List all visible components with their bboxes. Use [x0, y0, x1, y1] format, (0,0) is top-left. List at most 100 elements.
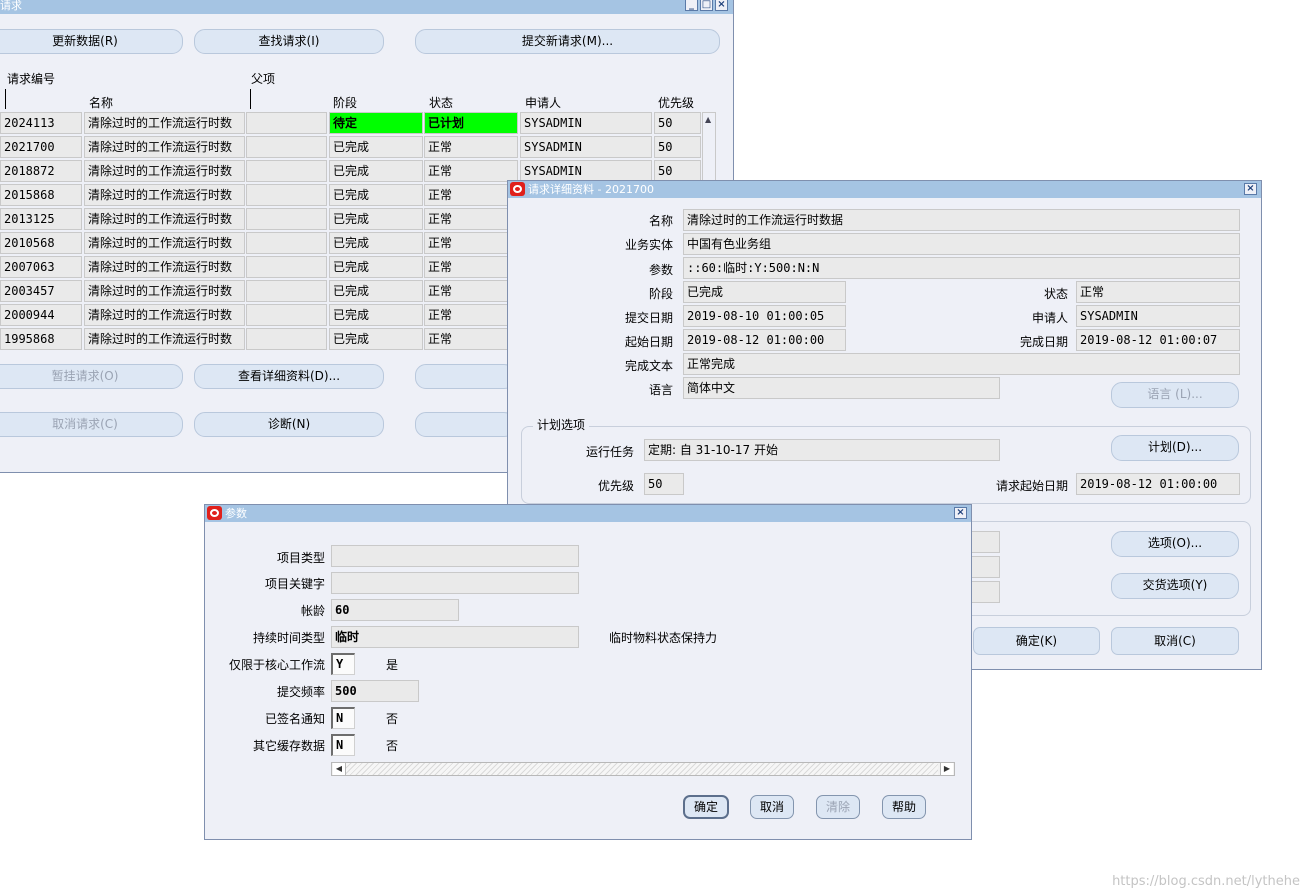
cell-name[interactable]: 清除过时的工作流运行时数 — [84, 232, 245, 254]
cell-name[interactable]: 清除过时的工作流运行时数 — [84, 208, 245, 230]
cell-name[interactable]: 清除过时的工作流运行时数 — [84, 256, 245, 278]
param-commit-frequency-field[interactable]: 500 — [331, 680, 419, 702]
cell-parent[interactable] — [246, 184, 327, 206]
cell-status[interactable]: 已计划 — [424, 112, 518, 134]
params-help-button[interactable]: 帮助 — [882, 795, 926, 819]
submit-new-request-button[interactable]: 提交新请求(M)... — [415, 29, 720, 54]
cell-name[interactable]: 清除过时的工作流运行时数 — [84, 328, 245, 350]
cell-requestor[interactable]: SYSADMIN — [520, 136, 652, 158]
cell-status[interactable]: 正常 — [424, 304, 518, 326]
cell-request-id[interactable]: 2021700 — [0, 136, 82, 158]
cell-phase[interactable]: 已完成 — [329, 280, 423, 302]
phase-field[interactable]: 已完成 — [683, 281, 846, 303]
cell-phase[interactable]: 已完成 — [329, 160, 423, 182]
params-clear-button[interactable]: 清除 — [816, 795, 860, 819]
start-date-field[interactable]: 2019-08-12 01:00:00 — [683, 329, 846, 351]
cell-phase[interactable]: 待定 — [329, 112, 423, 134]
hold-request-button[interactable]: 暂挂请求(O) — [0, 364, 183, 389]
params-field[interactable]: ::60:临时:Y:500:N:N — [683, 257, 1240, 279]
cell-request-id[interactable]: 2000944 — [0, 304, 82, 326]
horizontal-scrollbar[interactable]: ◀ ▶ — [331, 762, 955, 776]
cell-requestor[interactable]: SYSADMIN — [520, 112, 652, 134]
cell-parent[interactable] — [246, 304, 327, 326]
ok-button[interactable]: 确定(K) — [973, 627, 1100, 655]
cell-request-id[interactable]: 2024113 — [0, 112, 82, 134]
cell-status[interactable]: 正常 — [424, 208, 518, 230]
cell-name[interactable]: 清除过时的工作流运行时数 — [84, 160, 245, 182]
cell-request-id[interactable]: 2015868 — [0, 184, 82, 206]
name-field[interactable]: 清除过时的工作流运行时数据 — [683, 209, 1240, 231]
cell-parent[interactable] — [246, 256, 327, 278]
submit-date-field[interactable]: 2019-08-10 01:00:05 — [683, 305, 846, 327]
cell-priority[interactable]: 50 — [654, 112, 701, 134]
cell-name[interactable]: 清除过时的工作流运行时数 — [84, 184, 245, 206]
scroll-up-icon[interactable]: ▲ — [705, 115, 711, 124]
param-signed-notifications-field[interactable]: N — [331, 707, 355, 729]
cell-request-id[interactable]: 1995868 — [0, 328, 82, 350]
cell-parent[interactable] — [246, 136, 327, 158]
maximize-icon[interactable]: □ — [700, 0, 713, 11]
cell-parent[interactable] — [246, 208, 327, 230]
cell-status[interactable]: 正常 — [424, 160, 518, 182]
cell-phase[interactable]: 已完成 — [329, 232, 423, 254]
cell-phase[interactable]: 已完成 — [329, 328, 423, 350]
schedule-button[interactable]: 计划(D)... — [1111, 435, 1239, 461]
cell-status[interactable]: 正常 — [424, 184, 518, 206]
cell-phase[interactable]: 已完成 — [329, 136, 423, 158]
cell-parent[interactable] — [246, 280, 327, 302]
minimize-icon[interactable]: _ — [685, 0, 698, 11]
scroll-left-icon[interactable]: ◀ — [333, 763, 346, 775]
parameters-window-titlebar[interactable]: 参数 × — [205, 505, 971, 522]
language-button[interactable]: 语言 (L)... — [1111, 382, 1239, 408]
cell-phase[interactable]: 已完成 — [329, 208, 423, 230]
cancel-request-button[interactable]: 取消请求(C) — [0, 412, 183, 437]
cell-status[interactable]: 正常 — [424, 328, 518, 350]
close-icon[interactable]: × — [1244, 183, 1257, 195]
param-item-type-field[interactable] — [331, 545, 579, 567]
cell-priority[interactable]: 50 — [654, 160, 701, 182]
cell-request-id[interactable]: 2010568 — [0, 232, 82, 254]
language-field[interactable]: 简体中文 — [683, 377, 1000, 399]
completion-text-field[interactable]: 正常完成 — [683, 353, 1240, 375]
param-core-workflow-only-field[interactable]: Y — [331, 653, 355, 675]
cancel-button[interactable]: 取消(C) — [1111, 627, 1239, 655]
params-cancel-button[interactable]: 取消 — [750, 795, 794, 819]
org-field[interactable]: 中国有色业务组 — [683, 233, 1240, 255]
cell-name[interactable]: 清除过时的工作流运行时数 — [84, 112, 245, 134]
cell-parent[interactable] — [246, 112, 327, 134]
cell-phase[interactable]: 已完成 — [329, 304, 423, 326]
cell-phase[interactable]: 已完成 — [329, 184, 423, 206]
options-button[interactable]: 选项(O)... — [1111, 531, 1239, 557]
param-persistence-type-field[interactable]: 临时 — [331, 626, 579, 648]
cell-name[interactable]: 清除过时的工作流运行时数 — [84, 136, 245, 158]
cell-parent[interactable] — [246, 232, 327, 254]
output-field[interactable] — [968, 581, 1000, 603]
scroll-right-icon[interactable]: ▶ — [940, 763, 953, 775]
params-ok-button[interactable]: 确定 — [683, 795, 729, 819]
status-field[interactable]: 正常 — [1076, 281, 1240, 303]
cell-parent[interactable] — [246, 328, 327, 350]
cell-phase[interactable]: 已完成 — [329, 256, 423, 278]
cell-name[interactable]: 清除过时的工作流运行时数 — [84, 304, 245, 326]
run-job-field[interactable]: 定期: 自 31-10-17 开始 — [644, 439, 1000, 461]
param-other-cached-data-field[interactable]: N — [331, 734, 355, 756]
view-details-button[interactable]: 查看详细资料(D)... — [194, 364, 384, 389]
obscured-button[interactable] — [415, 412, 515, 437]
req-start-date-field[interactable]: 2019-08-12 01:00:00 — [1076, 473, 1240, 495]
output-field[interactable] — [968, 556, 1000, 578]
cell-status[interactable]: 正常 — [424, 232, 518, 254]
cell-priority[interactable]: 50 — [654, 136, 701, 158]
cell-request-id[interactable]: 2013125 — [0, 208, 82, 230]
requests-window-titlebar[interactable]: 请求 _ □ × — [0, 0, 733, 14]
cell-request-id[interactable]: 2018872 — [0, 160, 82, 182]
refresh-button[interactable]: 更新数据(R) — [0, 29, 183, 54]
cell-parent[interactable] — [246, 160, 327, 182]
delivery-options-button[interactable]: 交货选项(Y) — [1111, 573, 1239, 599]
output-field[interactable] — [968, 531, 1000, 553]
scroll-thumb[interactable] — [346, 763, 938, 775]
close-icon[interactable]: × — [954, 507, 967, 519]
priority-field[interactable]: 50 — [644, 473, 684, 495]
requestor-field[interactable]: SYSADMIN — [1076, 305, 1240, 327]
param-item-key-field[interactable] — [331, 572, 579, 594]
cell-status[interactable]: 正常 — [424, 136, 518, 158]
